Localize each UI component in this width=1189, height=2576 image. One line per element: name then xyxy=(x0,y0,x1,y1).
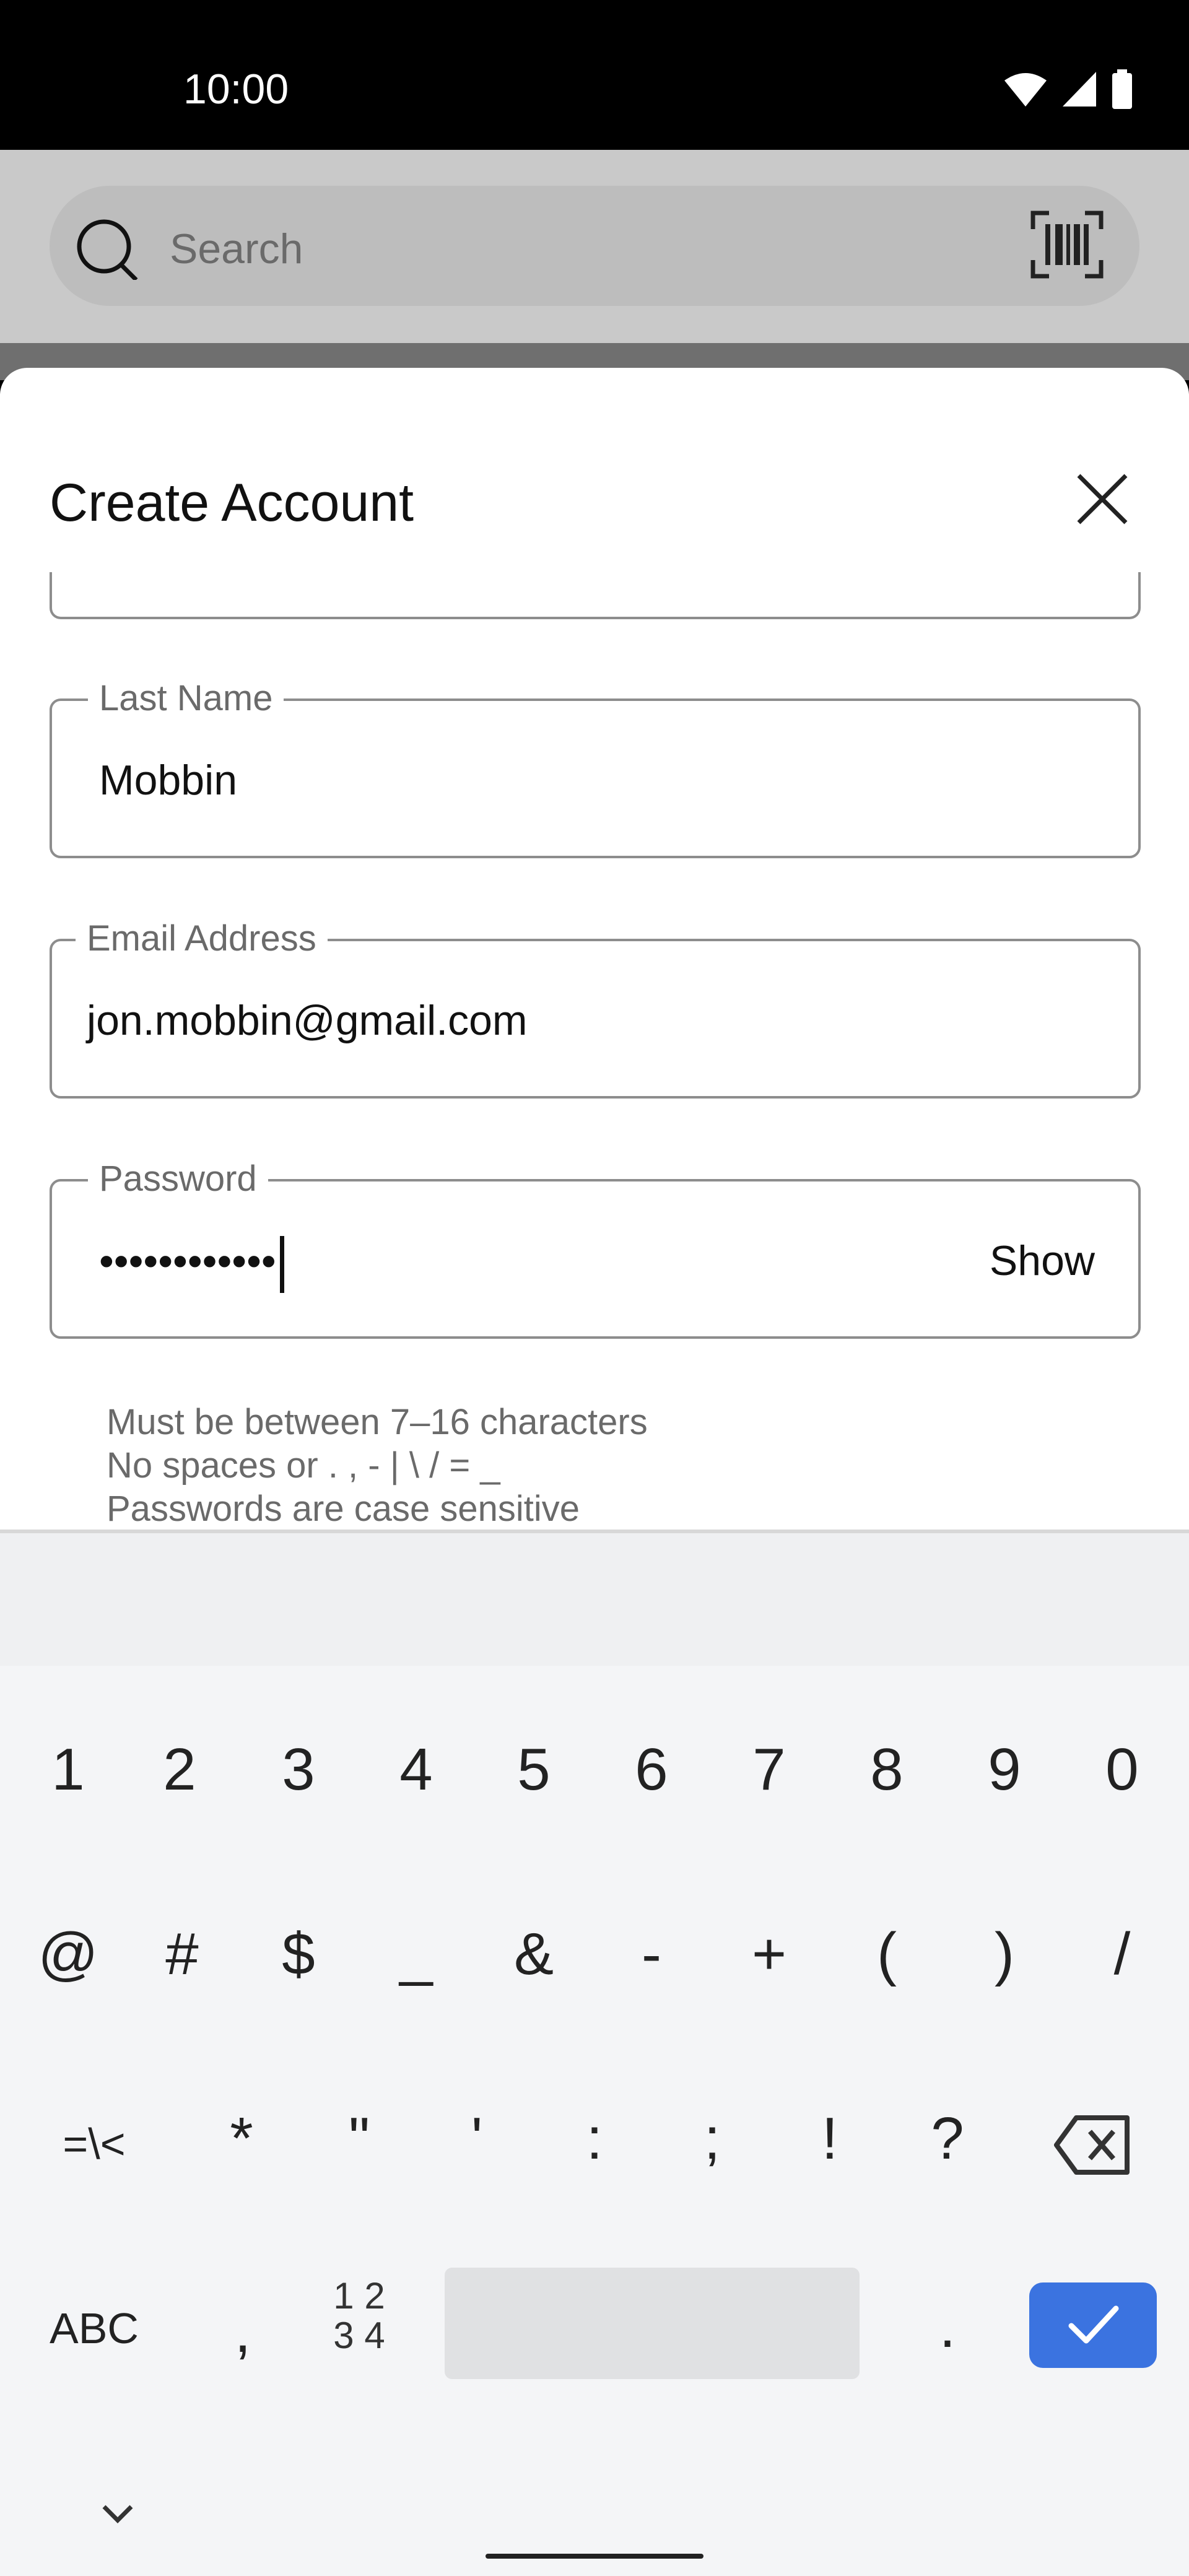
key[interactable]: 5 xyxy=(484,1733,583,1807)
key[interactable]: ; xyxy=(663,2102,762,2176)
email-field[interactable]: Email Address jon.mobbin@gmail.com xyxy=(50,916,1141,1099)
wifi-icon xyxy=(1004,73,1047,107)
key[interactable]: 8 xyxy=(837,1733,936,1807)
key[interactable]: @ xyxy=(19,1917,118,1991)
key[interactable]: ' xyxy=(427,2102,526,2176)
chevron-down-icon[interactable] xyxy=(100,2503,135,2525)
close-icon[interactable] xyxy=(1065,462,1139,536)
search-placeholder: Search xyxy=(170,225,303,272)
key[interactable]: $ xyxy=(249,1917,348,1991)
show-password-button[interactable]: Show xyxy=(990,1236,1095,1286)
key-numpad[interactable]: 1 2 3 4 xyxy=(310,2276,409,2356)
first-name-field[interactable] xyxy=(50,572,1141,619)
battery-icon xyxy=(1112,69,1132,109)
key-comma[interactable]: , xyxy=(193,2295,292,2369)
key-numpad-line: 1 2 xyxy=(333,2275,385,2317)
password-hint: Passwords are case sensitive xyxy=(107,1489,580,1529)
status-bar: 10:00 xyxy=(0,0,1189,150)
backspace-icon[interactable] xyxy=(1054,2114,1132,2176)
key[interactable]: 0 xyxy=(1073,1733,1172,1807)
key-numpad-line: 3 4 xyxy=(333,2315,385,2356)
key[interactable]: # xyxy=(133,1917,232,1991)
key[interactable]: + xyxy=(720,1917,819,1991)
key[interactable]: 9 xyxy=(955,1733,1054,1807)
key[interactable]: - xyxy=(602,1917,701,1991)
password-hint: No spaces or . , - | \ / = _ xyxy=(107,1445,500,1486)
last-name-field[interactable]: Last Name Mobbin xyxy=(50,676,1141,858)
text-caret xyxy=(279,1236,284,1293)
key[interactable]: 3 xyxy=(249,1733,348,1807)
key-symbols-more[interactable]: =\< xyxy=(45,2107,144,2181)
email-label: Email Address xyxy=(76,916,328,961)
key[interactable]: : xyxy=(545,2102,644,2176)
cell-signal-icon xyxy=(1063,72,1096,107)
password-label: Password xyxy=(88,1157,268,1201)
key[interactable]: ( xyxy=(837,1917,936,1991)
keyboard-suggestion-strip xyxy=(0,1533,1189,1666)
password-field[interactable]: Password •••••••••••• Show xyxy=(50,1157,1141,1339)
space-key[interactable] xyxy=(445,2268,860,2379)
key[interactable]: 2 xyxy=(130,1733,229,1807)
key[interactable]: _ xyxy=(367,1917,466,1991)
key[interactable]: ) xyxy=(955,1917,1054,1991)
status-icons xyxy=(1003,69,1133,109)
key[interactable]: 1 xyxy=(19,1733,118,1807)
key[interactable]: 7 xyxy=(720,1733,819,1807)
key-abc[interactable]: ABC xyxy=(45,2291,144,2365)
gesture-nav-bar[interactable] xyxy=(486,2554,703,2559)
key[interactable]: & xyxy=(484,1917,583,1991)
status-time: 10:00 xyxy=(183,66,289,113)
sheet-title: Create Account xyxy=(50,473,414,533)
password-hint: Must be between 7–16 characters xyxy=(107,1402,648,1442)
key[interactable]: " xyxy=(310,2102,409,2176)
barcode-scan-icon[interactable] xyxy=(1030,211,1104,279)
enter-key[interactable] xyxy=(1029,2282,1157,2368)
key[interactable]: 4 xyxy=(367,1733,466,1807)
last-name-value: Mobbin xyxy=(99,757,238,804)
keyboard: 1 2 3 4 5 6 7 8 9 0 @ # $ _ & - + ( ) / … xyxy=(0,1530,1189,2576)
create-account-sheet: Create Account Last Name Mobbin Email Ad… xyxy=(0,368,1189,1530)
last-name-label: Last Name xyxy=(88,676,284,721)
checkmark-icon xyxy=(1068,2305,1119,2344)
key[interactable]: * xyxy=(192,2102,291,2176)
key[interactable]: ? xyxy=(898,2102,997,2176)
password-dots: •••••••••••• xyxy=(99,1237,276,1285)
key-period[interactable]: . xyxy=(898,2290,997,2364)
key[interactable]: / xyxy=(1073,1917,1172,1991)
email-value: jon.mobbin@gmail.com xyxy=(87,997,528,1044)
search-icon xyxy=(77,219,138,280)
password-value: •••••••••••• xyxy=(99,1236,284,1293)
key[interactable]: ! xyxy=(780,2102,879,2176)
key[interactable]: 6 xyxy=(602,1733,701,1807)
